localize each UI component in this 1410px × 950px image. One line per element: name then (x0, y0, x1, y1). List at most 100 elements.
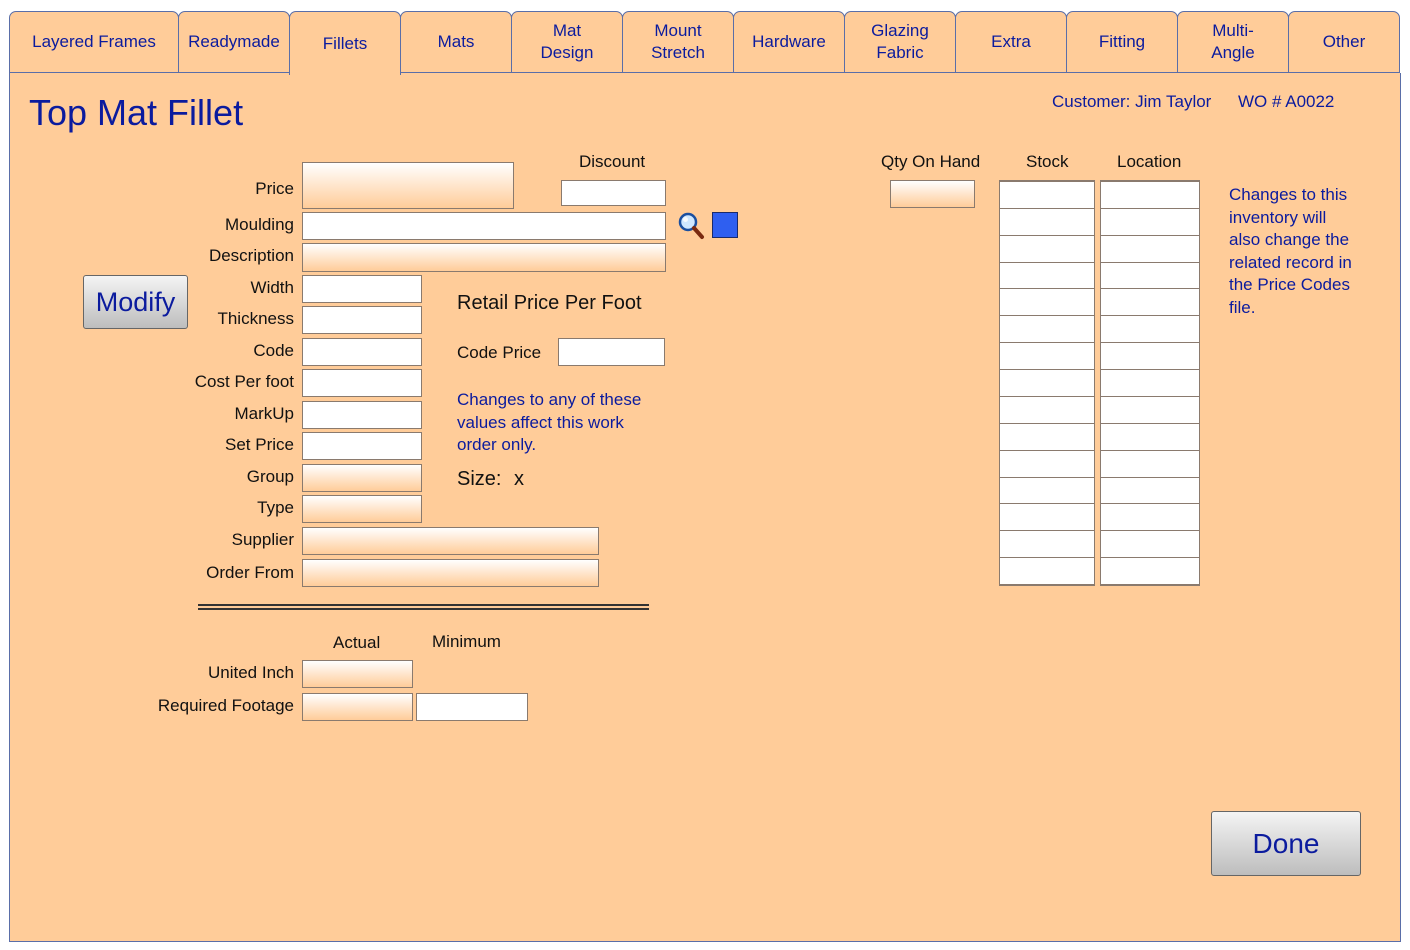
location-cell[interactable] (1101, 234, 1199, 263)
width-label: Width (250, 278, 294, 297)
color-swatch-icon[interactable] (712, 212, 738, 238)
stock-cell[interactable] (1000, 503, 1094, 532)
qty-on-hand-header: Qty On Hand (881, 152, 981, 171)
stock-cell[interactable] (1000, 395, 1094, 424)
modify-button[interactable]: Modify (83, 275, 188, 329)
qty-on-hand-field[interactable] (890, 180, 975, 208)
tab-extra[interactable]: Extra (955, 11, 1067, 73)
thickness-field[interactable] (302, 306, 422, 334)
work-order-note: Changes to any of these values affect th… (457, 390, 642, 454)
size-value: x (514, 468, 524, 490)
stock-cell[interactable] (1000, 288, 1094, 317)
magnifier-icon[interactable] (676, 211, 706, 241)
group-field[interactable] (302, 464, 422, 492)
cost-per-foot-label: Cost Per foot (194, 372, 294, 391)
tab-mount-stretch[interactable]: Mount Stretch (622, 11, 734, 73)
location-header: Location (1117, 152, 1182, 171)
location-list[interactable] (1100, 180, 1200, 586)
code-field[interactable] (302, 338, 422, 366)
stock-list[interactable] (999, 180, 1095, 586)
location-cell[interactable] (1101, 503, 1199, 532)
stock-cell[interactable] (1000, 557, 1094, 585)
done-button[interactable]: Done (1211, 811, 1361, 876)
united-inch-label: United Inch (208, 663, 294, 682)
width-field[interactable] (302, 275, 422, 303)
location-cell[interactable] (1101, 181, 1199, 209)
location-cell[interactable] (1101, 476, 1199, 505)
type-field[interactable] (302, 495, 422, 523)
code-price-label: Code Price (457, 343, 542, 362)
thickness-label: Thickness (217, 309, 294, 328)
description-field[interactable] (302, 243, 666, 272)
stock-cell[interactable] (1000, 449, 1094, 478)
discount-field[interactable] (561, 180, 666, 206)
location-cell[interactable] (1101, 530, 1199, 559)
required-footage-label: Required Footage (157, 696, 294, 715)
description-label: Description (208, 246, 294, 265)
tab-multi-angle[interactable]: Multi- Angle (1177, 11, 1289, 73)
page-title: Top Mat Fillet (29, 92, 244, 133)
size-label: Size: (457, 468, 502, 490)
moulding-label: Moulding (225, 215, 294, 234)
required-footage-minimum-field[interactable] (416, 693, 528, 721)
code-price-field[interactable] (558, 338, 665, 366)
location-cell[interactable] (1101, 557, 1199, 585)
location-cell[interactable] (1101, 342, 1199, 371)
tab-fillets[interactable]: Fillets (289, 11, 401, 75)
actual-header: Actual (333, 633, 381, 652)
group-label: Group (246, 467, 294, 486)
set-price-field[interactable] (302, 432, 422, 460)
order-from-field[interactable] (302, 559, 599, 587)
location-cell[interactable] (1101, 422, 1199, 451)
stock-cell[interactable] (1000, 476, 1094, 505)
tab-fitting[interactable]: Fitting (1066, 11, 1178, 73)
stock-cell[interactable] (1000, 261, 1094, 290)
markup-label: MarkUp (234, 404, 294, 423)
location-cell[interactable] (1101, 449, 1199, 478)
location-cell[interactable] (1101, 288, 1199, 317)
stock-cell[interactable] (1000, 422, 1094, 451)
stock-cell[interactable] (1000, 369, 1094, 397)
location-cell[interactable] (1101, 315, 1199, 344)
stock-cell[interactable] (1000, 181, 1094, 209)
cost-per-foot-field[interactable] (302, 369, 422, 397)
order-from-label: Order From (206, 563, 294, 582)
stock-cell[interactable] (1000, 234, 1094, 263)
stock-cell[interactable] (1000, 315, 1094, 344)
type-label: Type (257, 498, 294, 517)
location-cell[interactable] (1101, 369, 1199, 397)
discount-header: Discount (579, 152, 646, 171)
location-cell[interactable] (1101, 395, 1199, 424)
price-label: Price (255, 179, 294, 198)
required-footage-actual-field[interactable] (302, 693, 413, 721)
separator-line (198, 604, 649, 606)
work-order-number: WO # A0022 (1238, 92, 1335, 111)
inventory-note: Changes to this inventory will also chan… (1229, 185, 1352, 317)
united-inch-actual-field[interactable] (302, 660, 413, 688)
stock-cell[interactable] (1000, 530, 1094, 559)
stock-header: Stock (1026, 152, 1069, 171)
tab-mat-design[interactable]: Mat Design (511, 11, 623, 73)
tab-bar: Layered Frames Readymade Fillets Mats Ma… (9, 11, 1401, 75)
stock-cell[interactable] (1000, 342, 1094, 371)
separator-line (198, 608, 649, 610)
price-field[interactable] (302, 162, 514, 209)
set-price-label: Set Price (225, 435, 294, 454)
tab-other[interactable]: Other (1288, 11, 1400, 73)
supplier-label: Supplier (231, 530, 294, 549)
minimum-header: Minimum (432, 632, 501, 651)
moulding-field[interactable] (302, 212, 666, 240)
location-cell[interactable] (1101, 261, 1199, 290)
supplier-field[interactable] (302, 527, 599, 555)
tab-hardware[interactable]: Hardware (733, 11, 845, 73)
tab-layered-frames[interactable]: Layered Frames (9, 11, 179, 73)
stock-cell[interactable] (1000, 207, 1094, 236)
markup-field[interactable] (302, 401, 422, 429)
code-label: Code (253, 341, 294, 360)
tab-mats[interactable]: Mats (400, 11, 512, 73)
customer-name: Customer: Jim Taylor (1052, 92, 1212, 111)
location-cell[interactable] (1101, 207, 1199, 236)
tab-glazing-fabric[interactable]: Glazing Fabric (844, 11, 956, 73)
tab-readymade[interactable]: Readymade (178, 11, 290, 73)
retail-price-heading: Retail Price Per Foot (457, 292, 642, 314)
